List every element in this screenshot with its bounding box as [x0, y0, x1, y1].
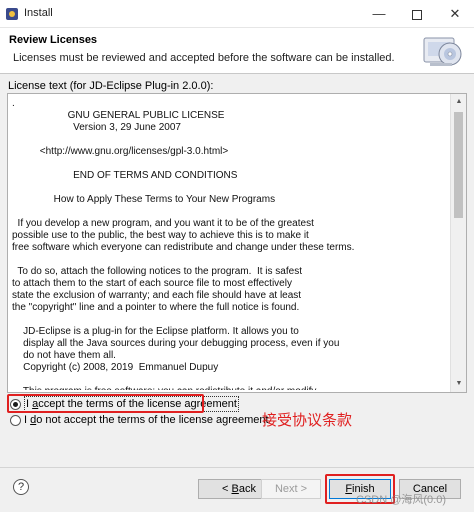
window-title: Install	[24, 7, 53, 19]
decline-license-option[interactable]: I do not accept the terms of the license…	[10, 413, 269, 427]
license-line	[12, 182, 450, 194]
license-line	[12, 158, 450, 170]
next-button[interactable]: Next >	[261, 479, 321, 499]
license-line: This program is free software: you can r…	[12, 386, 450, 390]
license-line	[12, 254, 450, 266]
license-line: do not have them all.	[12, 350, 116, 361]
license-text-area[interactable]: . GNU GENERAL PUBLIC LICENSE Version 3, …	[7, 93, 467, 393]
license-line: <http://www.gnu.org/licenses/gpl-3.0.htm…	[12, 146, 229, 157]
watermark: CSDN @海风(0.0)	[356, 494, 447, 506]
license-line: GNU GENERAL PUBLIC LICENSE	[12, 110, 225, 121]
license-line: Version 3, 29 June 2007	[12, 122, 181, 133]
license-text-label: License text (for JD-Eclipse Plug-in 2.0…	[8, 80, 213, 92]
maximize-button[interactable]	[398, 0, 436, 28]
scroll-down-icon[interactable]: ▼	[451, 376, 466, 392]
page-description: Licenses must be reviewed and accepted b…	[13, 52, 395, 64]
footer-divider	[0, 467, 474, 468]
license-label-text: License text (for JD-Eclipse Plug-in 2.0…	[8, 80, 214, 92]
license-line: to attach them to the start of each sour…	[12, 278, 292, 289]
window-titlebar: Install — ✕	[0, 0, 474, 28]
install-cd-icon	[423, 37, 462, 66]
license-line: display all the Java sources during your…	[12, 338, 340, 349]
minimize-button[interactable]: —	[360, 0, 398, 28]
decline-radio[interactable]	[10, 414, 21, 426]
annotation-text: 接受协议条款	[262, 411, 353, 429]
license-line	[12, 374, 450, 386]
license-line: JD-Eclipse is a plug-in for the Eclipse …	[12, 326, 299, 337]
license-line: To do so, attach the following notices t…	[12, 266, 302, 277]
license-line: How to Apply These Terms to Your New Pro…	[12, 194, 276, 205]
license-line	[12, 134, 450, 146]
help-icon[interactable]: ?	[13, 479, 29, 495]
license-line: free software which everyone can redistr…	[12, 242, 355, 253]
accept-highlight-box	[7, 394, 204, 413]
scrollbar-thumb[interactable]	[454, 112, 463, 218]
license-text: . GNU GENERAL PUBLIC LICENSE Version 3, …	[12, 98, 450, 390]
decline-label: I do not accept the terms of the license…	[24, 414, 269, 426]
close-button[interactable]: ✕	[436, 0, 474, 28]
scroll-up-icon[interactable]: ▲	[451, 94, 466, 110]
license-line: possible use to the public, the best way…	[12, 230, 309, 241]
license-scrollbar[interactable]: ▲ ▼	[450, 94, 466, 392]
wizard-header: Review Licenses Licenses must be reviewe…	[0, 28, 474, 74]
license-line: the "copyright" line and a pointer to wh…	[12, 302, 300, 313]
eclipse-app-icon	[6, 8, 18, 20]
license-line: If you develop a new program, and you wa…	[12, 218, 314, 229]
license-line: Copyright (c) 2008, 2019 Emmanuel Dupuy	[12, 362, 219, 373]
license-line	[12, 206, 450, 218]
maximize-icon	[412, 9, 422, 20]
license-line: .	[12, 98, 15, 109]
license-line: state the exclusion of warranty; and eac…	[12, 290, 302, 301]
license-line	[12, 314, 450, 326]
license-line: END OF TERMS AND CONDITIONS	[12, 170, 238, 181]
page-title: Review Licenses	[9, 34, 98, 46]
